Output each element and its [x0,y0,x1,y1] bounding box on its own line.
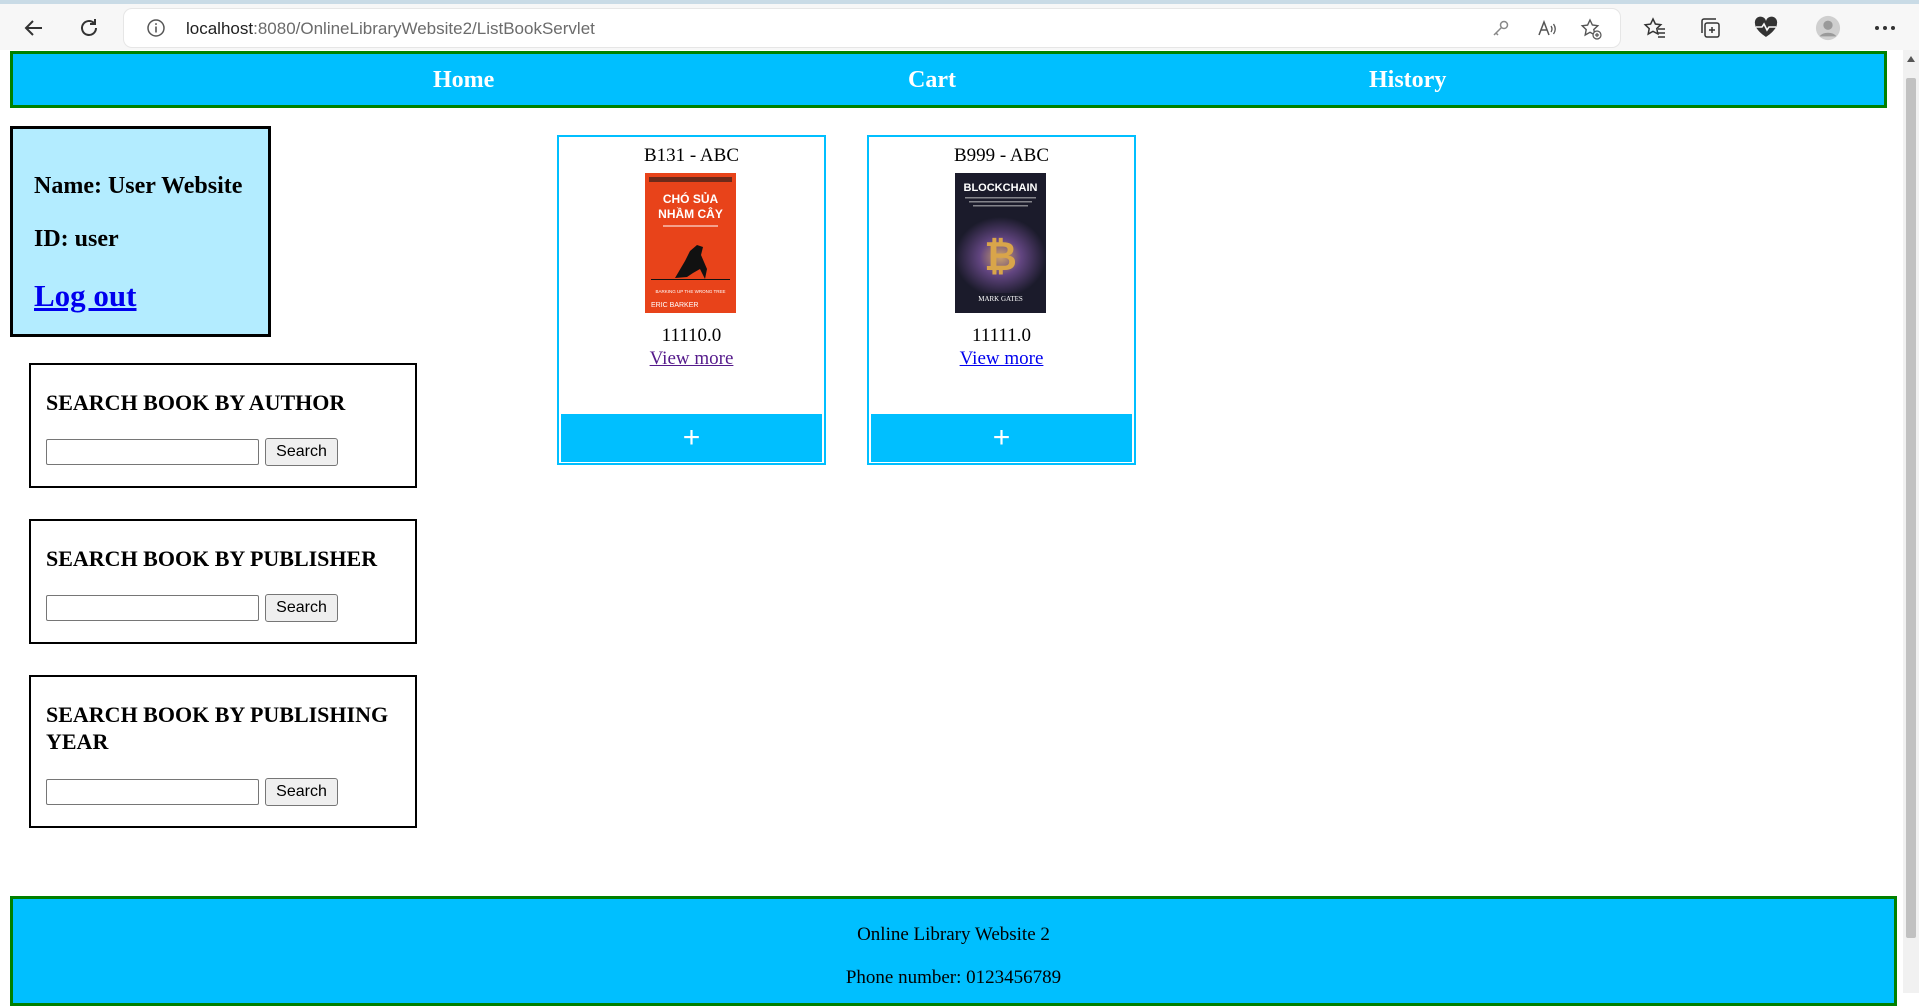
cover-author: MARK GATES [978,295,1023,303]
view-more-link[interactable]: View more [559,348,824,370]
author-search-button[interactable]: Search [265,438,338,466]
footer-site-name: Online Library Website 2 [857,924,1050,945]
author-search-input[interactable] [46,439,259,465]
url-host: localhost [186,19,254,38]
read-aloud-icon[interactable] [1536,18,1558,40]
nav-history-link[interactable]: History [1369,67,1446,94]
book-title: B999 - ABC [953,145,1050,166]
book-cover-image[interactable]: CHÓ SỦA NHẦM CÂY BARKING UP THE WRONG TR… [645,173,736,313]
search-by-year-box: SEARCH BOOK BY PUBLISHING YEAR Search [29,675,417,828]
nav-home-link[interactable]: Home [433,67,494,94]
page-content: Home Cart History Name: User Website ID:… [0,50,1903,1006]
search-by-year-title: SEARCH BOOK BY PUBLISHING YEAR [46,702,389,754]
refresh-icon[interactable] [75,14,103,42]
add-to-cart-button[interactable]: + [561,414,822,462]
more-icon[interactable] [1872,15,1898,41]
profile-icon[interactable] [1815,15,1841,41]
key-icon[interactable] [1490,18,1512,40]
book-price: 11110.0 [661,325,722,346]
user-id: ID: user [34,226,119,252]
logout-link[interactable]: Log out [34,278,137,314]
footer-phone: Phone number: 0123456789 [845,967,1062,988]
nav-cart-link[interactable]: Cart [908,67,956,94]
collections-icon[interactable] [1697,15,1723,41]
book-price: 11111.0 [972,325,1031,346]
health-icon[interactable] [1753,15,1779,41]
cover-author: ERIC BARKER [651,302,698,309]
address-bar[interactable]: localhost:8080/OnlineLibraryWebsite2/Lis… [124,9,1620,47]
year-search-input[interactable] [46,779,259,805]
book-title: B131 - ABC [643,145,740,166]
vertical-scrollbar[interactable] [1903,50,1919,993]
view-more-link[interactable]: View more [869,348,1134,370]
svg-text:₿: ₿ [984,235,1017,279]
add-favorite-icon[interactable] [1580,18,1602,40]
back-icon[interactable] [20,14,48,42]
cover-title-line1: CHÓ SỦA [663,191,719,206]
cover-title-line2: NHẦM CÂY [658,206,723,221]
browser-toolbar: localhost:8080/OnlineLibraryWebsite2/Lis… [0,0,1919,50]
book-card: B999 - ABC BLOCKCHAIN ₿ MARK GATES 11111… [867,135,1136,465]
search-by-publisher-title: SEARCH BOOK BY PUBLISHER [46,546,378,571]
top-navigation: Home Cart History [10,51,1887,108]
search-by-author-box: SEARCH BOOK BY AUTHOR Search [29,363,417,488]
search-by-publisher-box: SEARCH BOOK BY PUBLISHER Search [29,519,417,644]
search-by-author-title: SEARCH BOOK BY AUTHOR [46,390,346,415]
year-search-button[interactable]: Search [265,778,338,806]
publisher-search-input[interactable] [46,595,259,621]
add-to-cart-button[interactable]: + [871,414,1132,462]
scroll-up-icon[interactable] [1907,56,1915,62]
book-card: B131 - ABC CHÓ SỦA NHẦM CÂY BARKING UP T… [557,135,826,465]
book-cover-image[interactable]: BLOCKCHAIN ₿ MARK GATES [955,173,1046,313]
publisher-search-button[interactable]: Search [265,594,338,622]
cover-title-line1: BLOCKCHAIN [964,182,1038,194]
favorites-icon[interactable] [1642,15,1668,41]
footer: Online Library Website 2 Phone number: 0… [10,896,1897,1006]
user-info-box: Name: User Website ID: user Log out [10,126,271,337]
url-text: localhost:8080/OnlineLibraryWebsite2/Lis… [186,19,595,39]
cover-subtitle: BARKING UP THE WRONG TREE [655,289,725,294]
scrollbar-thumb[interactable] [1906,78,1916,938]
info-icon[interactable] [146,18,166,38]
user-name: Name: User Website [34,173,243,199]
url-path: :8080/OnlineLibraryWebsite2/ListBookServ… [253,19,595,38]
